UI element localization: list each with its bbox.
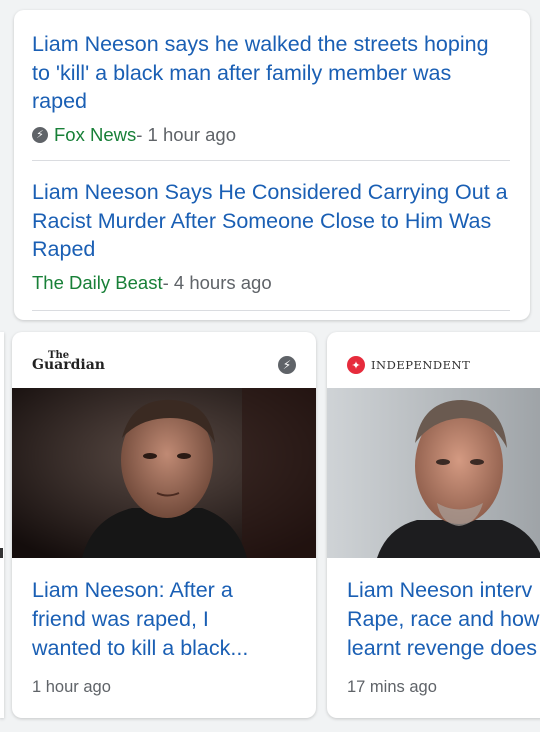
card-time: 1 hour ago xyxy=(32,678,111,696)
carousel-card-independent[interactable]: ✦ INDEPENDENT Liam Neeson interv Rape, r… xyxy=(327,332,540,718)
card-header: ✦ INDEPENDENT xyxy=(347,350,537,380)
article-photo xyxy=(327,388,540,558)
card-headline[interactable]: Liam Neeson: After a friend was raped, I… xyxy=(32,576,306,663)
card-time: 17 mins ago xyxy=(347,678,437,696)
guardian-logo: The Guardian xyxy=(32,350,105,373)
story-time: - 1 hour ago xyxy=(136,123,237,145)
eagle-icon: ✦ xyxy=(347,356,365,374)
story-headline[interactable]: Liam Neeson says he walked the streets h… xyxy=(32,30,510,116)
amp-lightning-icon: ⚡ xyxy=(278,356,296,374)
story-source: Fox News xyxy=(54,123,137,145)
previous-card-edge[interactable] xyxy=(0,332,4,718)
story-meta: The Daily Beast - 4 hours ago xyxy=(32,272,510,294)
story-headline[interactable]: Liam Neeson Says He Considered Carrying … xyxy=(32,178,510,264)
scroll-indicator xyxy=(0,548,3,558)
story-time: - 4 hours ago xyxy=(162,271,272,293)
story-item[interactable]: Liam Neeson says he walked the streets h… xyxy=(32,30,510,146)
carousel-card-guardian[interactable]: The Guardian ⚡ Liam Neeson: After a frie… xyxy=(12,332,316,718)
story-meta: ⚡ Fox News - 1 hour ago xyxy=(32,124,510,146)
story-item[interactable]: Liam Neeson Says He Considered Carrying … xyxy=(32,178,510,294)
divider xyxy=(32,160,510,161)
card-header: The Guardian ⚡ xyxy=(32,350,296,380)
card-headline[interactable]: Liam Neeson interv Rape, race and how le… xyxy=(347,576,540,663)
article-photo xyxy=(12,388,316,558)
independent-logo: ✦ INDEPENDENT xyxy=(347,356,470,374)
amp-lightning-icon: ⚡ xyxy=(32,126,48,143)
story-source: The Daily Beast xyxy=(32,271,163,293)
top-stories-card: Liam Neeson says he walked the streets h… xyxy=(14,10,530,320)
divider xyxy=(32,310,510,311)
